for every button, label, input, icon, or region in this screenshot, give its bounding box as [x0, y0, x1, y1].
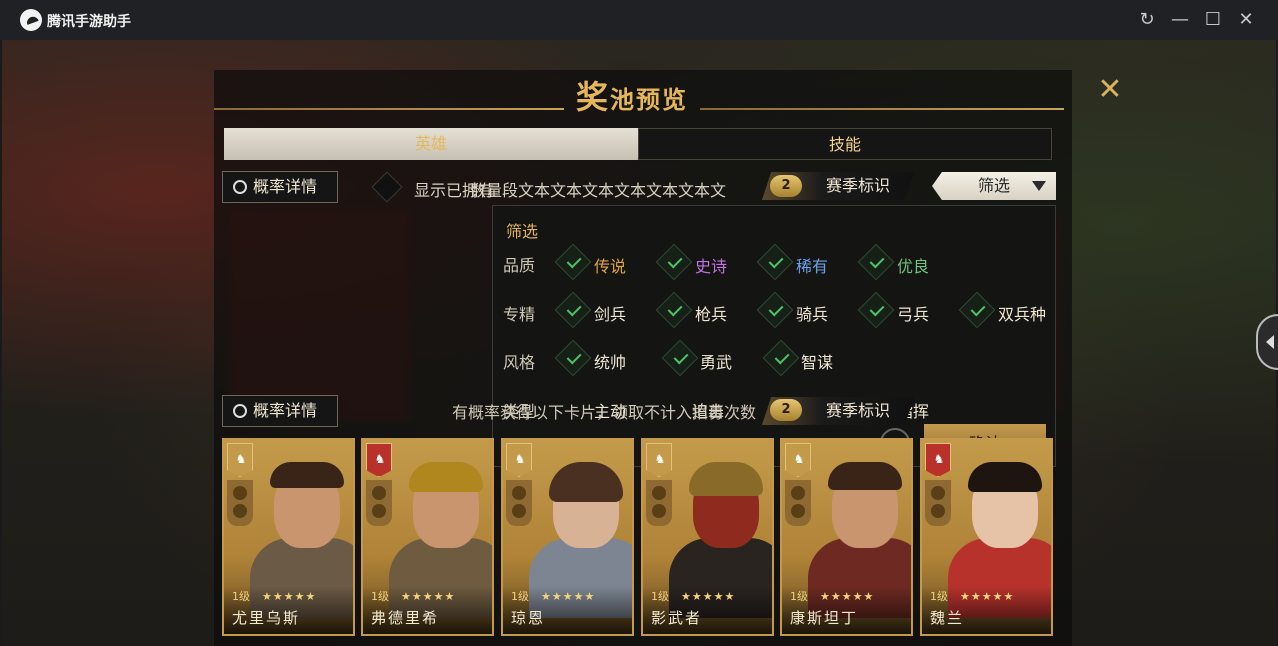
specialty-sword-label: 剑兵 [594, 305, 627, 324]
hero-card[interactable]: ♞ 1级 ★★★★★ 琼恩 [501, 438, 634, 636]
hero-name: 尤里乌斯 [232, 609, 301, 627]
specialty-tag [646, 480, 672, 526]
pie-chart-icon [233, 404, 247, 418]
specialty-cavalry-label: 骑兵 [796, 305, 829, 324]
hero-name: 康斯坦丁 [790, 609, 859, 627]
close-icon[interactable]: ✕ [1097, 75, 1123, 105]
season-tag-label: 赛季标识 [826, 401, 891, 420]
quality-rare-label: 稀有 [796, 257, 829, 276]
filter-panel-title: 筛选 [506, 222, 539, 241]
close-window-icon[interactable]: ✕ [1234, 8, 1258, 32]
hero-level: 1级 [651, 590, 669, 603]
hero-stars: ★★★★★ [401, 590, 456, 603]
caret-down-icon [1032, 181, 1046, 191]
filter-label: 筛选 [977, 176, 1010, 195]
quality-epic-label: 史诗 [695, 257, 728, 276]
specialty-tag [785, 480, 811, 526]
pie-chart-icon [233, 180, 247, 194]
maximize-icon[interactable]: ☐ [1201, 8, 1225, 32]
faction-badge: ♞ [646, 443, 672, 477]
hero-stars: ★★★★★ [960, 590, 1015, 603]
hero-name: 弗德里希 [371, 609, 440, 627]
hero-stars: ★★★★★ [541, 590, 596, 603]
refresh-icon[interactable]: ↻ [1135, 8, 1159, 32]
hero-card[interactable]: ♞ 1级 ★★★★★ 弗德里希 [361, 438, 494, 636]
hero-stars: ★★★★★ [820, 590, 875, 603]
title-divider-left [214, 108, 564, 110]
probability-details-label: 概率详情 [253, 177, 318, 196]
hero-level: 1级 [511, 590, 529, 603]
hero-stars: ★★★★★ [262, 590, 317, 603]
hero-card[interactable]: ♞ 1级 ★★★★★ 魏兰 [920, 438, 1053, 636]
quality-good-label: 优良 [897, 257, 930, 276]
specialty-dual-label: 双兵种 [998, 305, 1047, 324]
lion-icon: ♞ [374, 452, 386, 466]
minimize-icon[interactable]: — [1168, 8, 1192, 32]
quality-label: 品质 [503, 256, 536, 275]
hero-stars: ★★★★★ [681, 590, 736, 603]
specialty-archer-label: 弓兵 [897, 305, 930, 324]
hero-name: 魏兰 [930, 609, 965, 627]
hero-level: 1级 [232, 590, 250, 603]
style-valor-label: 勇武 [700, 353, 733, 372]
faction-badge: ♞ [785, 443, 811, 477]
lion-icon: ♞ [793, 452, 805, 466]
tab-heroes[interactable]: 英雄 [224, 128, 638, 160]
faction-badge: ♞ [227, 443, 253, 477]
hero-level: 1级 [790, 590, 808, 603]
faction-badge: ♞ [925, 443, 951, 477]
overlapping-placeholder-text: 数量段文本文本文本文本文本文本文 [470, 181, 727, 200]
tab-skills[interactable]: 技能 [638, 128, 1052, 160]
hero-card[interactable]: ♞ 1级 ★★★★★ 康斯坦丁 [780, 438, 913, 636]
specialty-tag [227, 480, 253, 526]
specialty-tag [925, 480, 951, 526]
lion-icon: ♞ [933, 452, 945, 466]
pool-preview-title: 奖池预览 [576, 72, 688, 118]
hero-name: 影武者 [651, 609, 703, 627]
faction-badge: ♞ [506, 443, 532, 477]
faction-badge: ♞ [366, 443, 392, 477]
hero-level: 1级 [930, 590, 948, 603]
quality-legend-label: 传说 [594, 257, 627, 276]
style-strategy-label: 智谋 [801, 353, 834, 372]
specialty-spear-label: 枪兵 [695, 305, 728, 324]
style-command-label: 统帅 [594, 353, 627, 372]
probability-details-label: 概率详情 [253, 401, 318, 420]
season-tag-label: 赛季标识 [826, 176, 891, 195]
hero-card[interactable]: ♞ 1级 ★★★★★ 影武者 [641, 438, 774, 636]
pool-info-text: 有概率获得以下卡片，领取不计入招募次数 [452, 403, 757, 422]
style-label: 风格 [503, 353, 536, 372]
hero-card[interactable]: ♞ 1级 ★★★★★ 尤里乌斯 [222, 438, 355, 636]
title-first-char: 奖 [576, 78, 611, 116]
app-logo-icon [20, 9, 42, 31]
lion-icon: ♞ [654, 452, 666, 466]
app-title: 腾讯手游助手 [47, 14, 131, 30]
lion-icon: ♞ [514, 452, 526, 466]
specialty-tag [506, 480, 532, 526]
hero-level: 1级 [371, 590, 389, 603]
specialty-label: 专精 [503, 305, 536, 324]
window-titlebar: 腾讯手游助手 ↻ — ☐ ✕ [0, 0, 1278, 40]
hero-name: 琼恩 [511, 609, 546, 627]
specialty-tag [366, 480, 392, 526]
lion-icon: ♞ [235, 452, 247, 466]
filter-dropdown[interactable]: 筛选 [932, 172, 1056, 200]
title-divider-right [700, 108, 1064, 110]
season-coin-icon: 2 [770, 175, 802, 197]
season-coin-icon: 2 [770, 399, 802, 421]
probability-details-button[interactable]: 概率详情 [222, 171, 338, 203]
title-rest: 池预览 [610, 85, 689, 114]
probability-details-button-2[interactable]: 概率详情 [222, 395, 338, 427]
